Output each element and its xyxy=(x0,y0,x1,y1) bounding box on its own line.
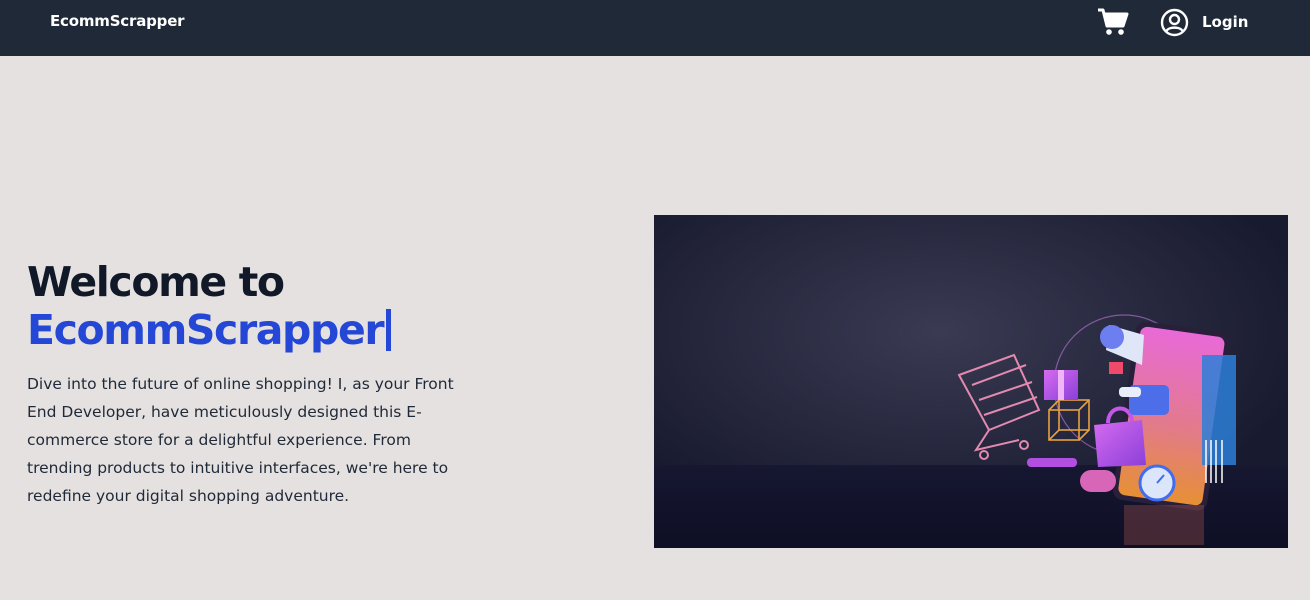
typing-caret xyxy=(386,309,392,351)
shopping-cart-icon xyxy=(1098,8,1129,35)
hero-title-brand-line: EcommScrapper xyxy=(27,306,392,354)
hero-title: Welcome to EcommScrapper xyxy=(27,258,392,354)
user-circle-icon xyxy=(1160,8,1189,36)
cart-button[interactable] xyxy=(1097,7,1129,37)
hero-title-line1: Welcome to xyxy=(27,258,285,306)
navbar: EcommScrapper Login xyxy=(0,0,1310,56)
brand-logo[interactable]: EcommScrapper xyxy=(50,12,185,30)
online-shopping-illustration xyxy=(654,215,1288,548)
login-label: Login xyxy=(1202,13,1249,31)
hero-title-brand: EcommScrapper xyxy=(27,306,385,354)
hero-description: Dive into the future of online shopping!… xyxy=(27,375,454,505)
hero-image xyxy=(654,215,1288,548)
login-button[interactable]: Login xyxy=(1160,7,1248,37)
